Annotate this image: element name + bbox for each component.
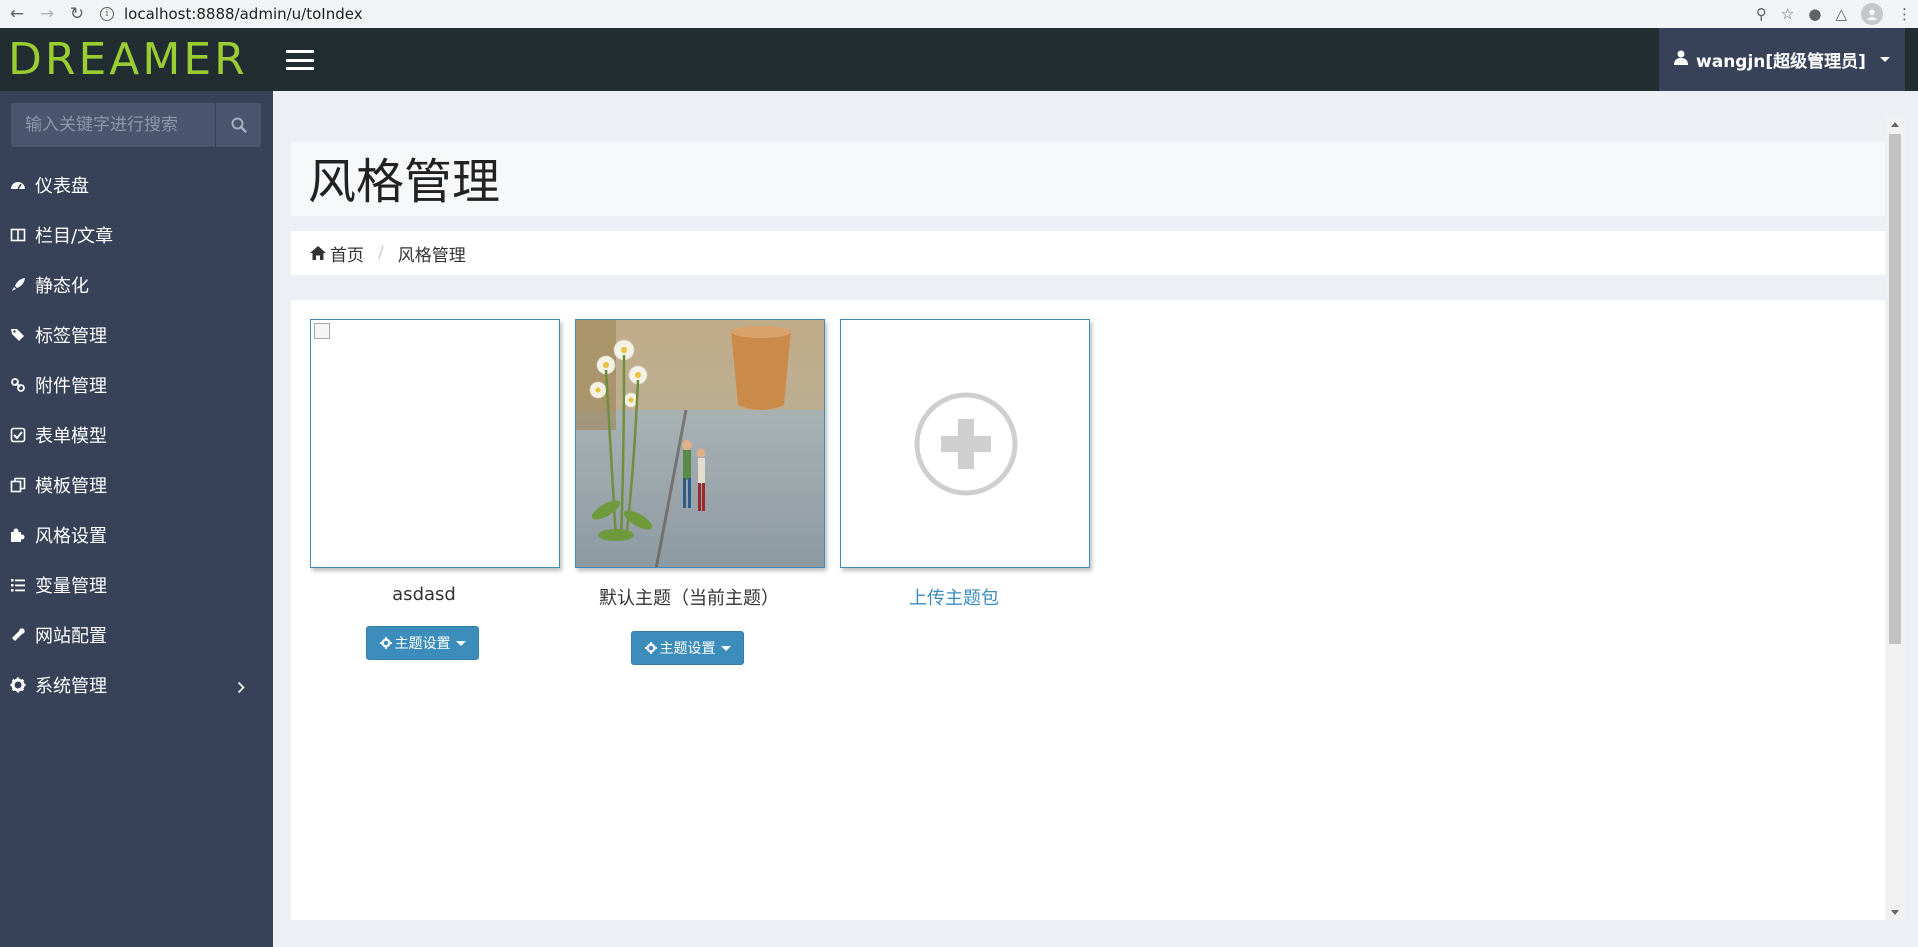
- address-bar[interactable]: i localhost:8888/admin/u/toIndex: [100, 5, 363, 23]
- lab-icon[interactable]: △: [1835, 5, 1847, 23]
- sidebar: 仪表盘 栏目/文章 静态化 标签管理 附件管理 表单模型 模板管理 风格设置: [0, 91, 273, 947]
- breadcrumb-home[interactable]: 首页: [310, 241, 364, 266]
- sidebar-item-label: 表单模型: [35, 426, 107, 447]
- sidebar-item-static[interactable]: 静态化: [0, 260, 273, 310]
- scrollbar-thumb[interactable]: [1889, 134, 1901, 644]
- theme-card: 默认主题（当前主题） 主题设置: [575, 319, 825, 665]
- sidebar-item-system[interactable]: 系统管理: [0, 660, 273, 710]
- scroll-down-icon[interactable]: [1891, 910, 1899, 915]
- user-menu[interactable]: wangjn[超级管理员]: [1659, 28, 1905, 91]
- breadcrumb: 首页 / 风格管理: [291, 231, 1885, 275]
- info-icon[interactable]: i: [100, 7, 114, 21]
- gear-icon: [644, 642, 657, 654]
- menu-dots-icon[interactable]: ⋮: [1897, 5, 1912, 23]
- puzzle-icon: [10, 527, 26, 543]
- dashboard-icon: [10, 177, 26, 193]
- breadcrumb-current: 风格管理: [397, 245, 466, 266]
- sidebar-item-forms[interactable]: 表单模型: [0, 410, 273, 460]
- sidebar-item-label: 附件管理: [35, 376, 107, 397]
- themes-panel: asdasd 主题设置 默认主题（当前主题） 主题设置 上传主题包: [291, 300, 1885, 920]
- gear-icon: [10, 677, 26, 693]
- sidebar-item-dashboard[interactable]: 仪表盘: [0, 160, 273, 210]
- theme-name: 默认主题（当前主题）: [599, 588, 779, 609]
- logo[interactable]: DREAMER: [8, 38, 248, 82]
- search-icon: [231, 117, 247, 133]
- tags-icon: [10, 327, 26, 343]
- sidebar-item-label: 静态化: [35, 276, 89, 297]
- broken-image-icon: [314, 323, 330, 339]
- chevron-right-icon: [237, 678, 245, 699]
- check-square-icon: [10, 427, 26, 443]
- sidebar-item-templates[interactable]: 模板管理: [0, 460, 273, 510]
- browser-toolbar: ← → ↻ i localhost:8888/admin/u/toIndex ⚲…: [0, 0, 1918, 28]
- sidebar-item-attachments[interactable]: 附件管理: [0, 360, 273, 410]
- search-button[interactable]: [215, 103, 261, 147]
- sidebar-item-label: 栏目/文章: [35, 226, 114, 247]
- top-header: DREAMER wangjn[超级管理员]: [0, 28, 1918, 91]
- plus-circle-icon: [914, 392, 1018, 496]
- breadcrumb-separator: /: [378, 243, 384, 263]
- theme-preview-image: [576, 320, 824, 567]
- theme-settings-button[interactable]: 主题设置: [366, 626, 479, 660]
- list-icon: [10, 577, 26, 593]
- sidebar-item-tags[interactable]: 标签管理: [0, 310, 273, 360]
- scrollbar[interactable]: [1885, 117, 1905, 920]
- search-input[interactable]: [11, 103, 215, 147]
- scroll-up-icon[interactable]: [1891, 122, 1899, 127]
- chevron-down-icon: [1879, 57, 1890, 62]
- theme-thumbnail[interactable]: [310, 319, 560, 568]
- upload-theme-button[interactable]: [840, 319, 1090, 568]
- home-icon: [310, 246, 326, 260]
- theme-card: asdasd 主题设置: [310, 319, 560, 660]
- reload-icon[interactable]: ↻: [66, 3, 88, 25]
- sidebar-item-label: 标签管理: [35, 326, 107, 347]
- url-text[interactable]: localhost:8888/admin/u/toIndex: [124, 5, 363, 23]
- page-title: 风格管理: [308, 154, 501, 210]
- sidebar-toggle-icon[interactable]: [286, 50, 314, 70]
- sidebar-item-label: 变量管理: [35, 576, 107, 597]
- upload-theme-card: 上传主题包: [840, 319, 1090, 610]
- sidebar-item-label: 模板管理: [35, 476, 107, 497]
- back-icon[interactable]: ←: [6, 3, 28, 25]
- user-name: wangjn[超级管理员]: [1696, 52, 1866, 72]
- user-icon: [1674, 50, 1689, 70]
- sidebar-item-variables[interactable]: 变量管理: [0, 560, 273, 610]
- zoom-icon[interactable]: ⚲: [1756, 5, 1767, 23]
- sidebar-item-label: 仪表盘: [35, 176, 89, 197]
- main-content: 风格管理 首页 / 风格管理 asdasd 主题设置 默认主题（当前主题） 主题…: [273, 91, 1918, 947]
- theme-settings-label: 主题设置: [659, 641, 716, 657]
- sidebar-item-styles[interactable]: 风格设置: [0, 510, 273, 560]
- columns-icon: [10, 227, 26, 243]
- copy-icon: [10, 477, 26, 493]
- star-icon[interactable]: ☆: [1781, 5, 1794, 23]
- chevron-down-icon: [720, 645, 731, 651]
- sidebar-search: [11, 103, 261, 147]
- rocket-icon: [10, 277, 26, 293]
- theme-settings-label: 主题设置: [394, 636, 451, 652]
- chevron-down-icon: [455, 640, 466, 646]
- extensions-icon[interactable]: ●: [1808, 5, 1821, 23]
- theme-name: asdasd: [392, 584, 456, 605]
- gear-icon: [379, 637, 392, 649]
- forward-icon[interactable]: →: [36, 3, 58, 25]
- sidebar-item-label: 网站配置: [35, 626, 107, 647]
- page-title-bar: 风格管理: [291, 142, 1885, 216]
- link-icon: [10, 377, 26, 393]
- profile-icon[interactable]: [1861, 3, 1883, 25]
- theme-thumbnail[interactable]: [575, 319, 825, 568]
- breadcrumb-home-label[interactable]: 首页: [330, 241, 364, 266]
- wrench-icon: [10, 627, 26, 643]
- sidebar-item-label: 系统管理: [35, 676, 107, 697]
- sidebar-nav: 仪表盘 栏目/文章 静态化 标签管理 附件管理 表单模型 模板管理 风格设置 变…: [0, 160, 273, 710]
- sidebar-item-label: 风格设置: [35, 526, 107, 547]
- upload-theme-link[interactable]: 上传主题包: [818, 584, 1090, 610]
- sidebar-item-columns[interactable]: 栏目/文章: [0, 210, 273, 260]
- theme-settings-button[interactable]: 主题设置: [631, 631, 744, 665]
- sidebar-item-site-config[interactable]: 网站配置: [0, 610, 273, 660]
